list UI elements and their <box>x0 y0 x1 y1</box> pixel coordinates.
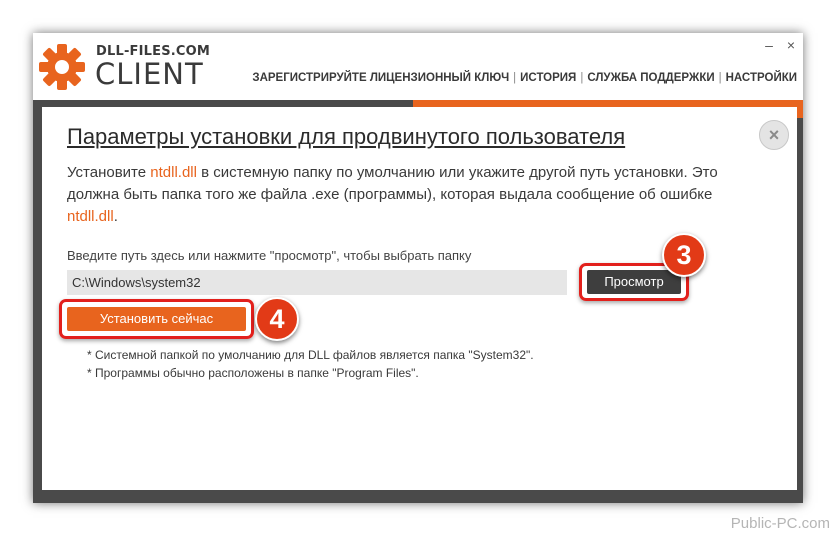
path-label: Введите путь здесь или нажмите "просмотр… <box>67 248 472 263</box>
dll-file-name: ntdll.dll <box>150 164 197 181</box>
dialog-description: Установите ntdll.dll в системную папку п… <box>67 162 767 228</box>
step-badge-3: 3 <box>662 233 706 277</box>
nav-register-key[interactable]: ЗАРЕГИСТРИРУЙТЕ ЛИЦЕНЗИОННЫЙ КЛЮЧ <box>252 72 509 84</box>
install-now-button[interactable]: Установить сейчас <box>67 307 246 331</box>
step-badge-4: 4 <box>255 297 299 341</box>
note-program-files: * Программы обычно расположены в папке "… <box>87 366 419 380</box>
advanced-install-dialog: Параметры установки для продвинутого пол… <box>42 107 797 490</box>
gear-logo-icon <box>39 44 85 90</box>
desc-text: Установите <box>67 164 151 181</box>
title-bar: DLL-FILES.COM CLIENT – × ЗАРЕГИСТРИРУЙТЕ… <box>33 33 803 100</box>
nav-separator: | <box>513 72 517 84</box>
window-controls: – × <box>755 37 795 53</box>
nav-separator: | <box>718 72 722 84</box>
dialog-close-button[interactable]: × <box>759 120 789 150</box>
nav-separator: | <box>580 72 584 84</box>
install-path-input[interactable] <box>67 270 567 295</box>
browse-button[interactable]: Просмотр <box>587 270 681 294</box>
nav-history[interactable]: ИСТОРИЯ <box>520 72 576 84</box>
nav-support[interactable]: СЛУЖБА ПОДДЕРЖКИ <box>587 72 714 84</box>
watermark: Public-PC.com <box>730 515 830 532</box>
logo-text-bottom: CLIENT <box>95 57 204 91</box>
dll-file-name: ntdll.dll <box>67 208 114 225</box>
top-navigation: ЗАРЕГИСТРИРУЙТЕ ЛИЦЕНЗИОННЫЙ КЛЮЧ | ИСТОРИ… <box>252 72 797 84</box>
dialog-title: Параметры установки для продвинутого пол… <box>67 124 626 149</box>
nav-settings[interactable]: НАСТРОЙКИ <box>726 72 797 84</box>
minimize-icon[interactable]: – <box>765 37 773 53</box>
window-close-icon[interactable]: × <box>787 37 795 53</box>
desc-text: . <box>113 208 118 225</box>
note-system32: * Системной папкой по умолчанию для DLL … <box>87 348 534 362</box>
